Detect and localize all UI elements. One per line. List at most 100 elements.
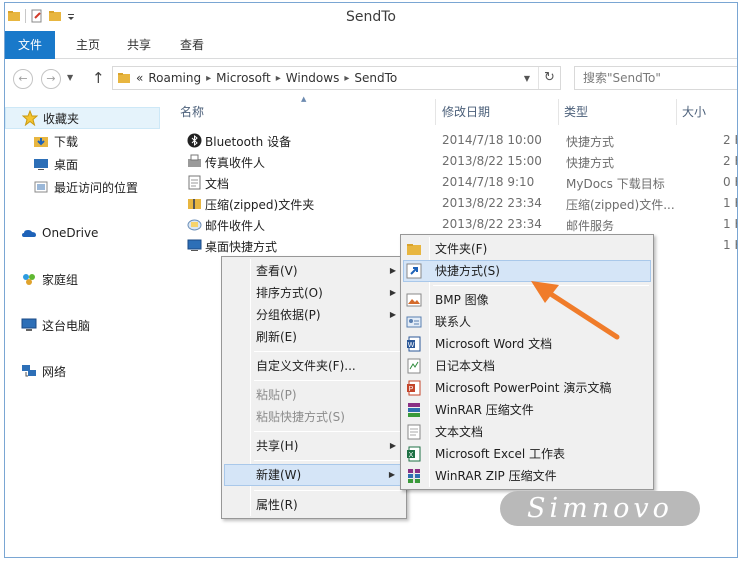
cloud-icon — [21, 225, 37, 241]
file-date: 2013/8/22 23:34 — [442, 217, 542, 231]
refresh-icon[interactable]: ↻ — [538, 67, 560, 89]
menu-item-share[interactable]: 共享(H) ▶ — [224, 435, 404, 457]
column-divider[interactable] — [435, 99, 436, 125]
column-divider[interactable] — [676, 99, 677, 125]
breadcrumb-overflow[interactable]: « — [136, 71, 143, 85]
menu-item-new-journal[interactable]: 日记本文档 — [403, 355, 651, 377]
file-size: 1 K — [723, 238, 737, 252]
menu-separator — [254, 380, 402, 381]
table-row[interactable]: 邮件收件人 2013/8/22 23:34 邮件服务 1 K — [175, 214, 737, 235]
forward-button[interactable]: → — [41, 69, 61, 89]
file-type: MyDocs 下载目标 — [566, 177, 665, 191]
menu-item-new-folder[interactable]: 文件夹(F) — [403, 238, 651, 260]
table-row[interactable]: 传真收件人 2013/8/22 15:00 快捷方式 2 K — [175, 151, 737, 172]
tab-view[interactable]: 查看 — [167, 31, 217, 59]
menu-item-new[interactable]: 新建(W) ▶ — [224, 464, 404, 486]
up-arrow-icon[interactable]: ↑ — [92, 69, 105, 87]
menu-item-new-excel[interactable]: X Microsoft Excel 工作表 — [403, 443, 651, 465]
menu-item-properties[interactable]: 属性(R) — [224, 494, 404, 516]
menu-separator — [254, 460, 402, 461]
back-button[interactable]: ← — [13, 69, 33, 89]
file-name: 桌面快捷方式 — [205, 240, 278, 254]
menu-item-new-text[interactable]: 文本文档 — [403, 421, 651, 443]
annotation-arrow-icon — [531, 281, 620, 340]
file-name: 文档 — [205, 177, 230, 191]
breadcrumb: « Roaming ▸ Microsoft ▸ Windows ▸ SendTo — [117, 71, 397, 85]
nav-item-label: 这台电脑 — [42, 318, 91, 333]
table-row[interactable]: 压缩(zipped)文件夹 2013/8/22 23:34 压缩(zipped)… — [175, 193, 737, 214]
menu-item-label: 文件夹(F) — [435, 242, 488, 256]
menu-item-group[interactable]: 分组依据(P) ▶ — [224, 304, 404, 326]
menu-item-label: Microsoft PowerPoint 演示文稿 — [435, 381, 612, 395]
nav-item-downloads[interactable]: 下载 — [5, 130, 160, 152]
nav-item-desktop[interactable]: 桌面 — [5, 153, 160, 175]
breadcrumb-sendto[interactable]: SendTo — [354, 71, 397, 85]
column-header-name[interactable]: 名称 — [180, 103, 204, 123]
column-header-size[interactable]: 大小 — [682, 103, 706, 123]
tab-file[interactable]: 文件 — [5, 31, 56, 59]
nav-item-recent-places[interactable]: 最近访问的位置 — [5, 176, 160, 198]
chevron-right-icon: ▶ — [388, 470, 395, 479]
menu-item-label: 新建(W) — [256, 468, 302, 482]
file-size: 2 K — [723, 133, 737, 147]
menu-item-refresh[interactable]: 刷新(E) — [224, 326, 404, 348]
breadcrumb-windows[interactable]: Windows — [286, 71, 340, 85]
column-divider[interactable] — [558, 99, 559, 125]
file-name: 压缩(zipped)文件夹 — [205, 198, 315, 212]
menu-item-paste[interactable]: 粘贴(P) — [224, 384, 404, 406]
svg-text:X: X — [409, 452, 414, 459]
nav-item-homegroup[interactable]: 家庭组 — [5, 268, 160, 290]
menu-item-label: WinRAR 压缩文件 — [435, 403, 534, 417]
winrar-icon — [408, 403, 420, 417]
mail-icon — [187, 219, 202, 231]
column-header-date[interactable]: 修改日期 — [442, 103, 490, 123]
journal-icon — [407, 358, 421, 374]
chevron-right-icon: ▶ — [389, 288, 396, 297]
chevron-right-icon: ▶ — [389, 441, 396, 450]
menu-item-new-powerpoint[interactable]: P Microsoft PowerPoint 演示文稿 — [403, 377, 651, 399]
menu-item-new-zip[interactable]: WinRAR ZIP 压缩文件 — [403, 465, 651, 487]
file-name: 邮件收件人 — [205, 219, 266, 233]
menu-item-paste-shortcut[interactable]: 粘贴快捷方式(S) — [224, 406, 404, 428]
ribbon-tabs: 文件 主页 共享 查看 — [5, 31, 737, 59]
address-dropdown-icon[interactable]: ▼ — [524, 74, 530, 83]
chevron-right-icon[interactable]: ▸ — [276, 73, 281, 84]
menu-item-customize-folder[interactable]: 自定义文件夹(F)... — [224, 355, 404, 377]
svg-text:P: P — [409, 386, 414, 393]
menu-item-label: 快捷方式(S) — [435, 264, 500, 278]
breadcrumb-microsoft[interactable]: Microsoft — [216, 71, 271, 85]
file-size: 0 K — [723, 175, 737, 189]
search-input[interactable]: 搜索"SendTo" — [574, 66, 737, 90]
nav-item-network[interactable]: 网络 — [5, 360, 160, 382]
file-type: 邮件服务 — [566, 219, 615, 233]
tab-home[interactable]: 主页 — [63, 31, 113, 59]
desktop-icon — [33, 156, 49, 172]
breadcrumb-roaming[interactable]: Roaming — [148, 71, 201, 85]
nav-item-this-pc[interactable]: 这台电脑 — [5, 314, 160, 336]
context-menu: 查看(V) ▶ 排序方式(O) ▶ 分组依据(P) ▶ 刷新(E) 自定义文件夹(F)… — [221, 256, 407, 519]
zip-folder-icon — [188, 199, 201, 209]
file-date: 2014/7/18 9:10 — [442, 175, 535, 189]
excel-icon: X — [407, 446, 421, 462]
bluetooth-icon — [187, 133, 202, 148]
tab-share[interactable]: 共享 — [114, 31, 164, 59]
file-type: 压缩(zipped)文件... — [566, 198, 675, 212]
menu-item-sort[interactable]: 排序方式(O) ▶ — [224, 282, 404, 304]
menu-item-view[interactable]: 查看(V) ▶ — [224, 260, 404, 282]
recent-locations-icon[interactable]: ▼ — [67, 73, 73, 82]
nav-item-label: 网络 — [42, 364, 67, 379]
file-name: 传真收件人 — [205, 156, 266, 170]
chevron-right-icon[interactable]: ▸ — [344, 73, 349, 84]
nav-item-favorites[interactable]: 收藏夹 — [5, 107, 160, 129]
menu-item-label: 联系人 — [435, 315, 472, 329]
address-bar[interactable]: « Roaming ▸ Microsoft ▸ Windows ▸ SendTo… — [112, 66, 561, 90]
table-row[interactable]: Bluetooth 设备 2014/7/18 10:00 快捷方式 2 K — [175, 130, 737, 151]
chevron-right-icon[interactable]: ▸ — [206, 73, 211, 84]
navigation-pane: 收藏夹 下载 桌面 最近访问的位置 OneDrive 家庭组 这台电脑 网络 — [5, 99, 165, 557]
nav-item-onedrive[interactable]: OneDrive — [5, 222, 160, 244]
table-row[interactable]: 文档 2014/7/18 9:10 MyDocs 下载目标 0 K — [175, 172, 737, 193]
column-header-type[interactable]: 类型 — [564, 103, 588, 123]
menu-item-label: 排序方式(O) — [256, 286, 323, 300]
explorer-window: SendTo 文件 主页 共享 查看 ← → ▼ ↑ « Roaming ▸ M… — [4, 2, 738, 558]
menu-item-new-rar[interactable]: WinRAR 压缩文件 — [403, 399, 651, 421]
